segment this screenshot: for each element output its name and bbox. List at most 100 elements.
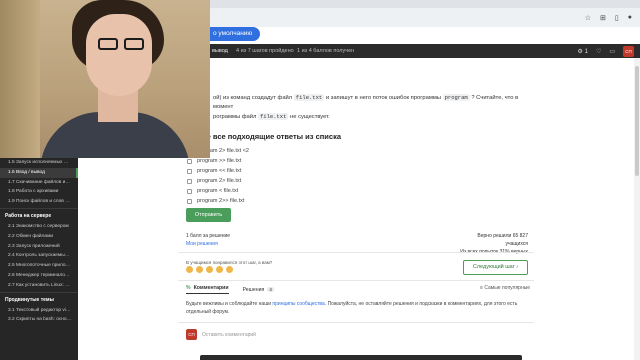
question-part: не существует.	[290, 114, 330, 120]
sort-dropdown[interactable]: ≡ Самые популярные	[480, 285, 530, 291]
sidebar-item[interactable]: 1.5 Запуск исполняемых …	[0, 158, 78, 168]
next-step-label: Следующий шаг	[472, 264, 515, 270]
question-part: и запишут в него поток ошибок программы	[325, 95, 441, 101]
answer-option[interactable]: program < file.txt	[187, 186, 249, 196]
address-bar[interactable]: ☆ ⊞ ▯ ●	[210, 8, 640, 27]
sidebar-section-title[interactable]: Продвинутые темы	[0, 295, 78, 306]
webcam-overlay	[0, 0, 210, 158]
sidebar-icon[interactable]: ▯	[615, 14, 619, 22]
question-part: ой) из команд создадут файл	[213, 95, 293, 101]
chevron-right-icon: ›	[516, 264, 519, 270]
solutions-count-badge: 4	[267, 287, 274, 292]
divider	[0, 207, 78, 209]
feedback-prompt: В учащимся понравился этот шаг, а вам?	[186, 260, 273, 265]
likes-count: 1	[584, 48, 588, 55]
submit-button[interactable]: Отправить	[186, 208, 231, 222]
code-filename: file.txt	[293, 94, 325, 101]
sidebar-item[interactable]: 2.1 Знакомство с сервером	[0, 222, 78, 232]
emoji-icon[interactable]	[216, 266, 223, 273]
emoji-icon[interactable]	[226, 266, 233, 273]
sidebar-section-title[interactable]: Работа на сервере	[0, 211, 78, 222]
glasses-icon	[98, 38, 146, 50]
sidebar-item[interactable]: 2.7 Как установить Linux: …	[0, 281, 78, 291]
answer-option[interactable]: program 2> file.txt	[187, 176, 249, 186]
option-label: program >> file.txt	[197, 158, 242, 164]
divider	[178, 322, 534, 323]
page-scrollbar[interactable]	[634, 58, 640, 360]
divider	[178, 280, 534, 281]
sidebar-item[interactable]: 2.4 Контроль запускаемы…	[0, 251, 78, 261]
community-principles-link[interactable]: принципы сообщества	[272, 301, 324, 307]
community-rules-text: Будьте вежливы и соблюдайте наши принцип…	[186, 301, 531, 316]
checkbox[interactable]	[187, 188, 192, 194]
tab-solutions[interactable]: Решения 4	[243, 287, 274, 293]
emoji-icon[interactable]	[206, 266, 213, 273]
user-avatar[interactable]: СП	[623, 45, 634, 57]
extension-icon[interactable]: ⊞	[600, 14, 606, 22]
comment-editor-toolbar[interactable]	[200, 355, 522, 360]
sidebar-item[interactable]: 1.9 Поиск файлов и слов …	[0, 197, 78, 207]
course-sidebar: 1.5 Запуск исполняемых … 1.6 Ввод / выво…	[0, 158, 78, 360]
answer-option[interactable]: program << file.txt	[187, 166, 249, 176]
sidebar-item[interactable]: 2.2 Обмен файлами	[0, 232, 78, 242]
percent-icon: %	[186, 285, 191, 291]
star-icon[interactable]: ☆	[585, 14, 591, 22]
sidebar-item[interactable]: 1.8 Работа с архивами	[0, 187, 78, 197]
checkbox[interactable]	[187, 158, 192, 164]
my-solutions-link[interactable]: Мои решения	[186, 240, 230, 248]
scrollbar-thumb[interactable]	[635, 66, 639, 176]
choose-answers-heading: те все подходящие ответы из списка	[203, 132, 341, 141]
option-label: program 2>> file.txt	[197, 198, 245, 204]
option-label: program 2> file.txt	[197, 178, 242, 184]
question-text: ой) из команд создадут файл file.txt и з…	[213, 93, 533, 122]
code-program: program	[442, 94, 470, 101]
checkbox[interactable]	[187, 178, 192, 184]
webcam-background	[0, 0, 40, 158]
lesson-header-actions: ⚙ 1 ♡ ▭ СП	[578, 45, 634, 57]
checkbox[interactable]	[187, 198, 192, 204]
likes-counter[interactable]: ⚙ 1	[578, 48, 588, 55]
tab-label: Комментарии	[193, 285, 229, 291]
step-stats-left: 1 балл за решение Мои решения	[186, 232, 230, 248]
points-text: 1 балл за решение	[186, 233, 231, 239]
discussion-tabs: % Комментарии Решения 4	[186, 285, 288, 294]
lesson-score: 1 из 4 баллов получен	[297, 48, 355, 54]
option-label: program << file.txt	[197, 168, 242, 174]
solved-count-text: Верно решили 65 827 учащихся	[477, 233, 528, 247]
emoji-icon[interactable]	[186, 266, 193, 273]
answer-option[interactable]: program 2>> file.txt	[187, 196, 249, 206]
sidebar-item[interactable]: 3.1 Текстовый редактор vi…	[0, 306, 78, 316]
profile-icon[interactable]: ●	[628, 14, 632, 22]
reaction-emojis	[186, 266, 233, 273]
tab-label: Решения	[242, 286, 265, 293]
comment-input-row[interactable]: СП Оставить комментарий	[186, 329, 256, 340]
browser-toolbar-icons: ☆ ⊞ ▯ ●	[585, 14, 640, 22]
sidebar-item-active[interactable]: 1.6 Ввод / вывод	[0, 167, 78, 178]
lesson-progress: 4 из 7 шагов пройдено	[236, 48, 294, 54]
sidebar-item[interactable]: 3.2 Скрипты на bash: осно…	[0, 315, 78, 325]
sort-label: Самые популярные	[484, 285, 531, 291]
sidebar-item[interactable]: 2.5 Многопоточные прило…	[0, 261, 78, 271]
notes-icon[interactable]: ▭	[609, 48, 615, 55]
person-face	[86, 14, 152, 96]
code-filename: file.txt	[258, 113, 289, 120]
emoji-icon[interactable]	[196, 266, 203, 273]
tab-comments[interactable]: % Комментарии	[186, 285, 229, 294]
glasses-lens	[124, 38, 144, 50]
sidebar-item[interactable]: 1.7 Скачивание файлов и…	[0, 178, 78, 188]
question-part: рограммы файл	[213, 114, 257, 120]
sidebar-item[interactable]: 2.6 Менеджер терминало…	[0, 271, 78, 281]
glasses-lens	[98, 38, 118, 50]
avatar: СП	[186, 329, 197, 340]
heart-icon[interactable]: ♡	[596, 48, 601, 55]
set-default-browser-button[interactable]: о умолчанию	[203, 27, 261, 41]
rules-text: Будьте вежливы и соблюдайте наши	[186, 301, 272, 307]
checkbox[interactable]	[187, 168, 192, 174]
divider	[0, 291, 78, 293]
sidebar-item[interactable]: 2.3 Запуск приложений	[0, 242, 78, 252]
option-label: program < file.txt	[197, 188, 239, 194]
lesson-title: вывод	[212, 48, 228, 54]
comment-placeholder[interactable]: Оставить комментарий	[202, 332, 256, 338]
next-step-button[interactable]: Следующий шаг ›	[463, 260, 528, 275]
divider	[178, 252, 534, 253]
